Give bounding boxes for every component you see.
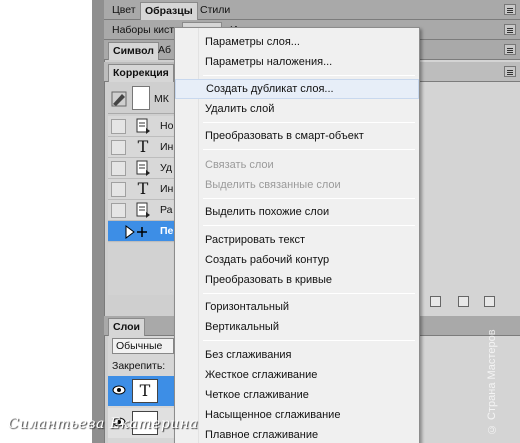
layer-visibility-box[interactable] [111,182,126,197]
layer-visibility-box[interactable] [111,140,126,155]
lock-label: Закрепить: [112,360,166,372]
tab-swatches[interactable]: Образцы [140,2,198,20]
tab-character[interactable]: Символ [108,42,159,60]
menu-item-create-work-path[interactable]: Создать рабочий контур [175,250,419,270]
text-layer-icon: T [137,137,149,156]
menu-item-vertical[interactable]: Вертикальный [175,317,419,337]
menu-item-link-layers[interactable]: Связать слои [175,155,419,175]
panel-menu-icon[interactable] [504,24,516,35]
document-canvas [0,0,92,443]
layer-context-menu: Параметры слоя... Параметры наложения...… [174,27,420,443]
menu-separator [203,75,415,76]
folder-icon[interactable] [430,296,441,307]
panel-menu-icon[interactable] [504,66,516,77]
tab-brush-presets[interactable]: Наборы кисте [108,22,184,40]
menu-item-antialias-strong[interactable]: Насыщенное сглаживание [175,405,419,425]
layer-name: Но [160,120,174,132]
blend-mode-select[interactable]: Обычные [112,338,174,354]
brush-icon [111,91,127,107]
layer-thumb-label: МК [154,93,169,105]
document-icon [136,202,150,218]
layer-name: Ин [160,141,174,153]
document-icon [136,118,150,134]
layer-visibility-box[interactable] [111,161,126,176]
tab-styles[interactable]: Стили [196,2,234,20]
new-layer-icon[interactable] [458,296,469,307]
menu-item-select-linked-layers[interactable]: Выделить связанные слои [175,175,419,195]
menu-separator [203,122,415,123]
layer-visibility-box[interactable] [111,203,126,218]
panel-menu-icon[interactable] [504,4,516,15]
text-layer-icon: T [137,179,149,198]
menu-separator [203,198,415,199]
layer-name: Пе [160,225,174,237]
menu-item-layer-properties[interactable]: Параметры слоя... [175,32,419,52]
site-stamp: © Страна Мастеров [486,329,498,435]
menu-separator [203,225,415,226]
menu-separator [203,149,415,150]
menu-item-rasterize-type[interactable]: Растрировать текст [175,230,419,250]
menu-item-convert-smart-object[interactable]: Преобразовать в смарт-объект [175,126,419,146]
menu-item-antialias-smooth[interactable]: Плавное сглаживание [175,425,419,443]
eye-icon[interactable] [112,384,126,396]
menu-separator [203,340,415,341]
tab-paragraph[interactable]: Аб [154,42,175,60]
tab-color[interactable]: Цвет [108,2,140,20]
menu-item-select-similar-layers[interactable]: Выделить похожие слои [175,202,419,222]
text-layer-icon: T [132,379,158,403]
menu-separator [203,293,415,294]
menu-item-delete-layer[interactable]: Удалить слой [175,99,419,119]
tab-adjustments[interactable]: Коррекция [108,64,174,82]
menu-item-duplicate-layer[interactable]: Создать дубликат слоя... [175,79,419,99]
menu-item-convert-to-shape[interactable]: Преобразовать в кривые [175,270,419,290]
author-watermark: Силантьева Екатерина [8,416,199,432]
menu-item-antialias-sharp[interactable]: Жесткое сглаживание [175,365,419,385]
layer-name: Ин [160,183,174,195]
layer-visibility-box[interactable] [111,119,126,134]
document-icon [136,160,150,176]
layer-thumbnail [132,86,150,110]
menu-item-antialias-none[interactable]: Без сглаживания [175,345,419,365]
layer-name: Уд [160,162,172,174]
move-icon [125,225,147,239]
tab-layers[interactable]: Слои [108,318,145,336]
swatches-panel-tabs: Цвет Образцы Стили [104,0,520,20]
panel-menu-icon[interactable] [504,44,516,55]
menu-item-blending-options[interactable]: Параметры наложения... [175,52,419,72]
layer-name: Ра [160,204,173,216]
menu-item-horizontal[interactable]: Горизонтальный [175,297,419,317]
menu-item-antialias-crisp[interactable]: Четкое сглаживание [175,385,419,405]
